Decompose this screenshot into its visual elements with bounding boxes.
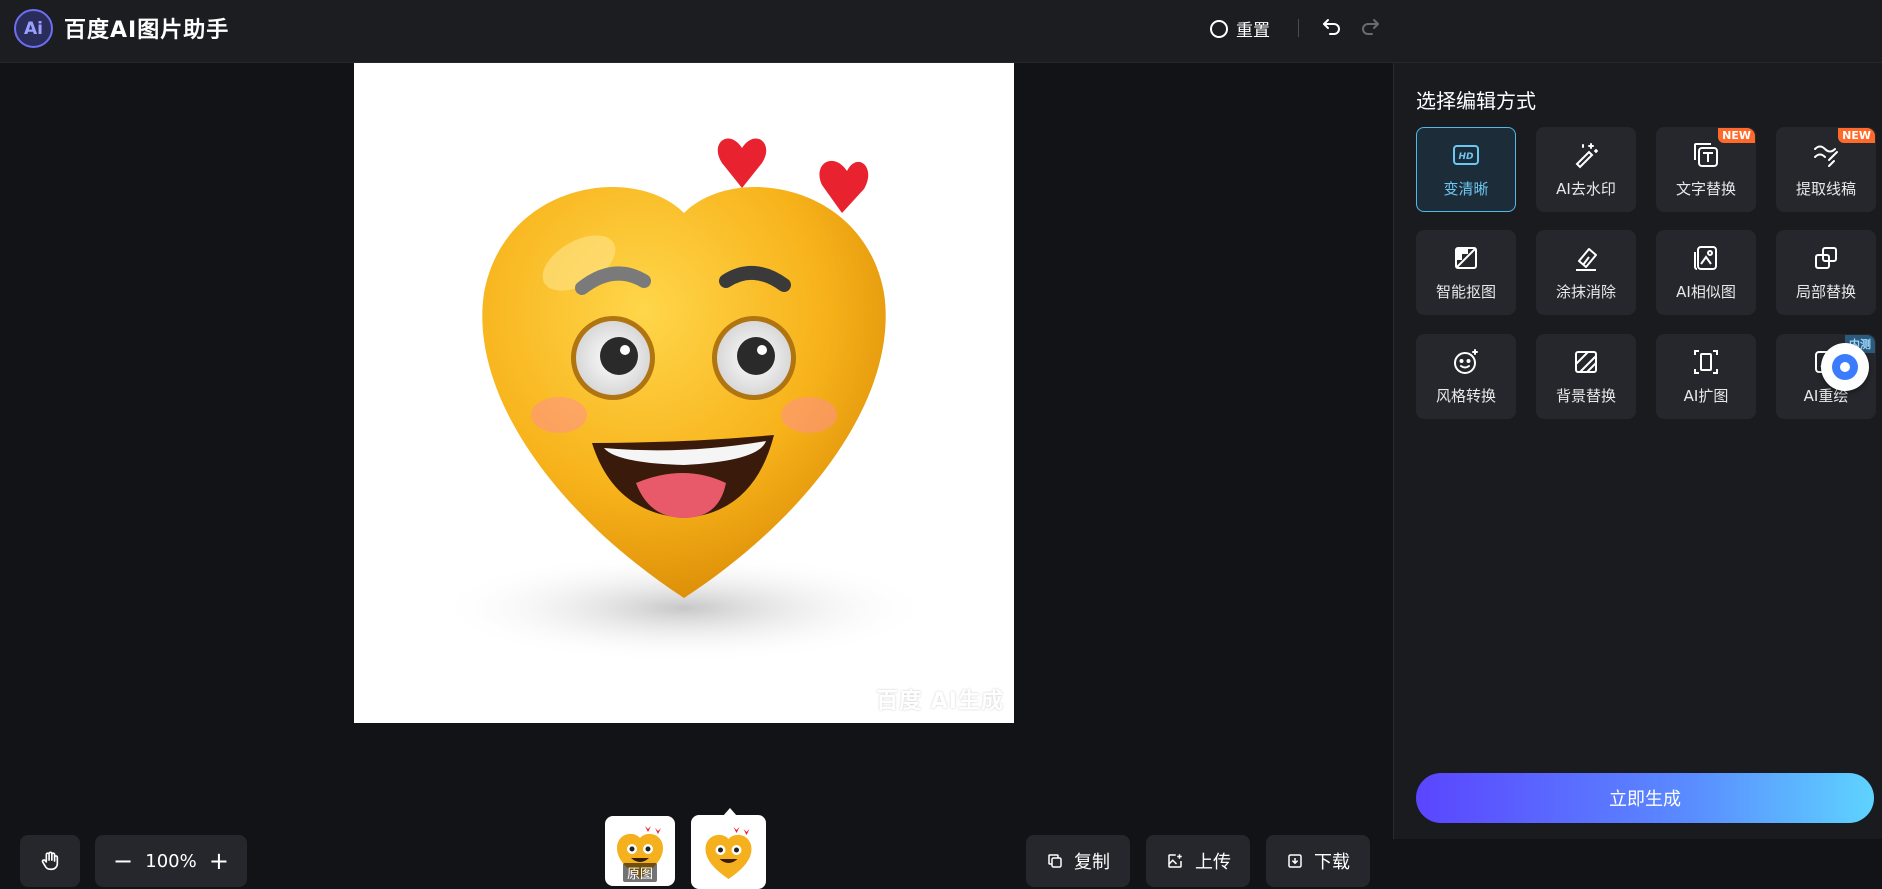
tool-badge: NEW bbox=[1838, 128, 1875, 143]
partial-replace-icon bbox=[1815, 247, 1837, 269]
app-title: 百度AI图片助手 bbox=[64, 18, 230, 43]
toolbar-divider bbox=[1298, 19, 1299, 37]
reset-button[interactable]: 重置 bbox=[1210, 16, 1270, 41]
zoom-in-button[interactable]: + bbox=[209, 849, 229, 873]
edited-image[interactable]: 百度 AI生成 bbox=[354, 63, 1014, 723]
upload-button[interactable]: 上传 bbox=[1146, 835, 1250, 887]
download-icon bbox=[1288, 854, 1302, 868]
zoom-level: 100% bbox=[145, 850, 197, 872]
magic-wand-icon bbox=[1575, 143, 1598, 169]
pan-tool-button[interactable] bbox=[20, 835, 80, 887]
tool-label: 局部替换 bbox=[1795, 283, 1856, 301]
assistant-float-button[interactable] bbox=[1821, 343, 1869, 391]
tool-enhance[interactable]: HD 变清晰 bbox=[1416, 127, 1516, 212]
upload-icon bbox=[1168, 854, 1182, 868]
download-button[interactable]: 下载 bbox=[1266, 835, 1370, 887]
undo-icon[interactable] bbox=[1320, 14, 1344, 38]
copy-icon bbox=[1048, 854, 1062, 868]
tool-cutout[interactable]: 智能抠图 bbox=[1416, 230, 1516, 315]
top-bar: Ai 百度AI图片助手 重置 bbox=[0, 0, 1882, 63]
tool-remove-watermark[interactable]: AI去水印 bbox=[1536, 127, 1636, 212]
tool-label: 文字替换 bbox=[1675, 180, 1736, 198]
tool-similar-image[interactable]: AI相似图 bbox=[1656, 230, 1756, 315]
similar-image-icon bbox=[1694, 246, 1717, 270]
tool-expand[interactable]: AI扩图 bbox=[1656, 334, 1756, 419]
copy-button[interactable]: 复制 bbox=[1026, 835, 1130, 887]
text-replace-icon bbox=[1694, 143, 1718, 167]
image-watermark: 百度 AI生成 bbox=[876, 689, 1004, 714]
hand-icon bbox=[41, 851, 59, 871]
thumbnail-image bbox=[705, 827, 752, 879]
canvas-area: 百度 AI生成 − 100% + 原图 复制 上传 下载 bbox=[0, 63, 1393, 889]
edit-panel: 选择编辑方式 HD 变清晰 AI去水印 NEW 文字替换 NEW 提取线稿 智能… bbox=[1393, 63, 1882, 839]
tool-label: AI去水印 bbox=[1556, 180, 1616, 198]
thumbnail-original[interactable]: 原图 bbox=[605, 816, 675, 886]
tool-partial-replace[interactable]: 局部替换 bbox=[1776, 230, 1876, 315]
upload-label: 上传 bbox=[1195, 852, 1231, 873]
reset-label: 重置 bbox=[1236, 21, 1270, 41]
thumbnail-tag: 原图 bbox=[622, 863, 658, 882]
tool-label: AI扩图 bbox=[1683, 387, 1729, 405]
tool-label: 智能抠图 bbox=[1435, 283, 1496, 301]
style-icon bbox=[1454, 349, 1478, 374]
tool-erase[interactable]: 涂抹消除 bbox=[1536, 230, 1636, 315]
tool-background-replace[interactable]: 背景替换 bbox=[1536, 334, 1636, 419]
tool-label: 提取线稿 bbox=[1795, 180, 1856, 198]
eraser-icon bbox=[1576, 248, 1597, 271]
thumbnail-result[interactable] bbox=[691, 815, 766, 889]
download-label: 下载 bbox=[1314, 852, 1350, 873]
panel-title: 选择编辑方式 bbox=[1416, 89, 1536, 113]
reset-icon bbox=[1210, 19, 1228, 38]
app-logo: Ai bbox=[14, 9, 53, 48]
tool-label: 涂抹消除 bbox=[1555, 283, 1616, 301]
assistant-icon bbox=[1832, 354, 1858, 380]
background-icon bbox=[1575, 351, 1597, 373]
zoom-out-button[interactable]: − bbox=[113, 849, 133, 873]
tool-line-art[interactable]: NEW 提取线稿 bbox=[1776, 127, 1876, 212]
tool-label: 风格转换 bbox=[1435, 387, 1496, 405]
generate-button[interactable]: 立即生成 bbox=[1416, 773, 1874, 823]
copy-label: 复制 bbox=[1074, 852, 1110, 873]
heart-emoji-image bbox=[434, 138, 934, 663]
tool-label: 背景替换 bbox=[1555, 387, 1616, 405]
hd-icon: HD bbox=[1453, 145, 1479, 165]
cutout-icon bbox=[1455, 247, 1477, 269]
tool-text-replace[interactable]: NEW 文字替换 bbox=[1656, 127, 1756, 212]
tool-label: 变清晰 bbox=[1443, 180, 1489, 198]
redo-icon[interactable] bbox=[1358, 14, 1382, 38]
tool-badge: NEW bbox=[1718, 128, 1755, 143]
line-art-icon bbox=[1814, 145, 1838, 167]
svg-text:HD: HD bbox=[1458, 152, 1474, 162]
expand-icon bbox=[1694, 350, 1718, 374]
tool-label: AI相似图 bbox=[1676, 283, 1736, 301]
tool-style-transfer[interactable]: 风格转换 bbox=[1416, 334, 1516, 419]
zoom-control: − 100% + bbox=[95, 835, 247, 887]
